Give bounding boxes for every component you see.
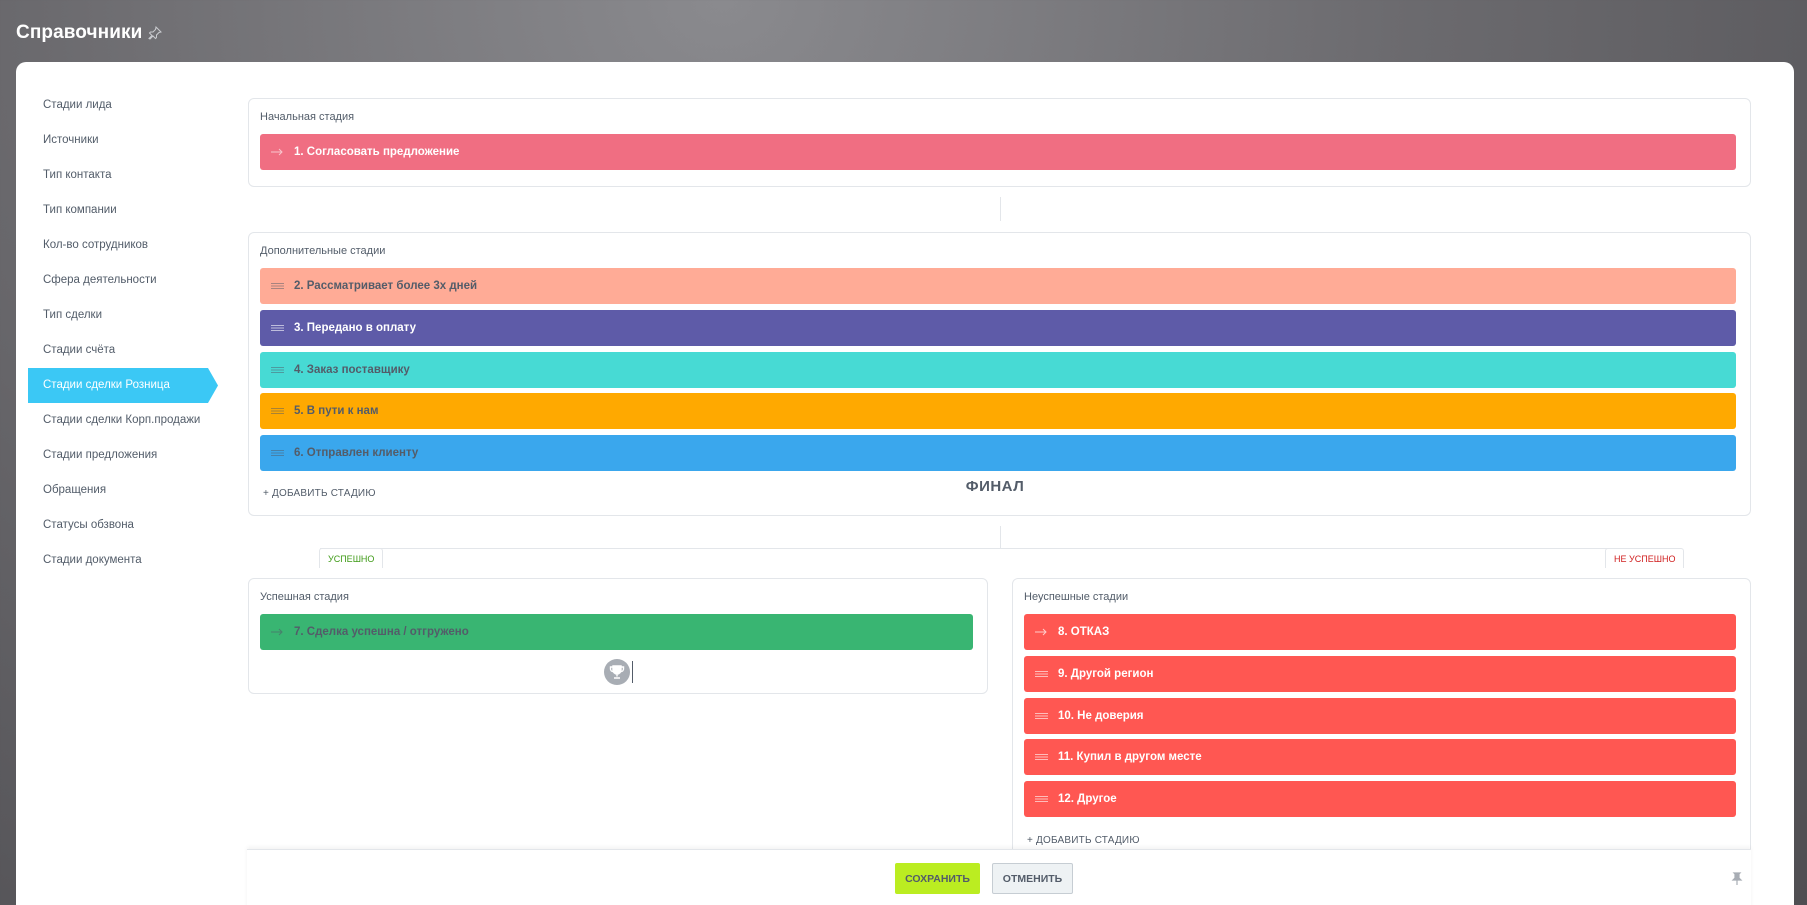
- drag-handle-icon[interactable]: [1024, 670, 1058, 678]
- sidebar-item-contact-type[interactable]: Тип контакта: [28, 158, 204, 193]
- stage-label: 12. Другое: [1058, 793, 1117, 805]
- stage-label: 5. В пути к нам: [294, 405, 379, 417]
- success-stage-title: Успешная стадия: [260, 591, 349, 603]
- stage-item[interactable]: 5. В пути к нам: [260, 393, 1736, 429]
- footer-bar: СОХРАНИТЬ ОТМЕНИТЬ: [247, 849, 1751, 905]
- drag-handle-icon[interactable]: [1024, 712, 1058, 720]
- sidebar-item-company-type[interactable]: Тип компании: [28, 193, 204, 228]
- stage-item[interactable]: 2. Рассматривает более 3х дней: [260, 268, 1736, 304]
- drag-handle-icon[interactable]: [260, 324, 294, 332]
- stage-item[interactable]: 4. Заказ поставщику: [260, 352, 1736, 388]
- stage-label: 1. Согласовать предложение: [294, 146, 460, 158]
- stage-label: 7. Сделка успешна / отгружено: [294, 626, 469, 638]
- drag-handle-icon[interactable]: [1024, 795, 1058, 803]
- stage-item[interactable]: 10. Не доверия: [1024, 698, 1736, 734]
- add-stage-button[interactable]: + ДОБАВИТЬ СТАДИЮ: [263, 488, 376, 499]
- additional-stages-box: Дополнительные стадии 2. Рассматривает б…: [248, 232, 1751, 516]
- fail-tab[interactable]: НЕ УСПЕШНО: [1605, 548, 1685, 568]
- sidebar-item-call-statuses[interactable]: Статусы обзвона: [28, 508, 204, 543]
- sidebar-item-lead-stages[interactable]: Стадии лида: [28, 88, 204, 123]
- sidebar-item-requests[interactable]: Обращения: [28, 473, 204, 508]
- pin-icon[interactable]: [1731, 872, 1743, 886]
- stage-label: 2. Рассматривает более 3х дней: [294, 280, 478, 292]
- final-divider-line: [320, 548, 1680, 549]
- page-title: Справочники: [16, 22, 143, 43]
- stage-label: 4. Заказ поставщику: [294, 364, 410, 376]
- stage-item[interactable]: 7. Сделка успешна / отгружено: [260, 614, 973, 650]
- stage-item[interactable]: 3. Передано в оплату: [260, 310, 1736, 346]
- success-stage-box: Успешная стадия 7. Сделка успешна / отгр…: [248, 578, 988, 694]
- sidebar: Стадии лида Источники Тип контакта Тип к…: [28, 88, 228, 578]
- arrow-right-icon: [260, 628, 294, 636]
- sidebar-item-employees[interactable]: Кол-во сотрудников: [28, 228, 204, 263]
- sidebar-item-document-stages[interactable]: Стадии документа: [28, 543, 204, 578]
- stage-item[interactable]: 6. Отправлен клиенту: [260, 435, 1736, 471]
- initial-stage-box: Начальная стадия 1. Согласовать предложе…: [248, 98, 1751, 187]
- page-header: Справочники: [16, 18, 163, 48]
- sidebar-item-quote-stages[interactable]: Стадии предложения: [28, 438, 204, 473]
- success-tab[interactable]: УСПЕШНО: [319, 548, 384, 568]
- initial-stage-title: Начальная стадия: [260, 111, 355, 123]
- save-button[interactable]: СОХРАНИТЬ: [895, 863, 980, 894]
- additional-stages-title: Дополнительные стадии: [260, 245, 386, 257]
- stage-item[interactable]: 12. Другое: [1024, 781, 1736, 817]
- sidebar-item-industry[interactable]: Сфера деятельности: [28, 263, 204, 298]
- arrow-right-icon: [1024, 628, 1058, 636]
- pin-icon[interactable]: [148, 26, 163, 40]
- drag-handle-icon[interactable]: [260, 282, 294, 290]
- text-cursor: [632, 661, 633, 683]
- stage-label: 10. Не доверия: [1058, 710, 1144, 722]
- stage-label: 11. Купил в другом месте: [1058, 751, 1202, 763]
- stage-label: 8. ОТКАЗ: [1058, 626, 1110, 638]
- stage-label: 6. Отправлен клиенту: [294, 447, 419, 459]
- arrow-right-icon: [260, 148, 294, 156]
- fail-stages-title: Неуспешные стадии: [1024, 591, 1129, 603]
- stage-label: 3. Передано в оплату: [294, 322, 416, 334]
- stage-item[interactable]: 9. Другой регион: [1024, 656, 1736, 692]
- drag-handle-icon[interactable]: [260, 366, 294, 374]
- sidebar-item-deal-type[interactable]: Тип сделки: [28, 298, 204, 333]
- final-title: ФИНАЛ: [955, 478, 1035, 495]
- add-stage-button[interactable]: + ДОБАВИТЬ СТАДИЮ: [1027, 835, 1140, 846]
- drag-handle-icon[interactable]: [260, 407, 294, 415]
- drag-handle-icon[interactable]: [260, 449, 294, 457]
- stage-item[interactable]: 8. ОТКАЗ: [1024, 614, 1736, 650]
- sidebar-item-invoice-stages[interactable]: Стадии счёта: [28, 333, 204, 368]
- sidebar-item-sources[interactable]: Источники: [28, 123, 204, 158]
- connector-line: [1000, 526, 1001, 548]
- stage-item[interactable]: 1. Согласовать предложение: [260, 134, 1736, 170]
- drag-handle-icon[interactable]: [1024, 753, 1058, 761]
- stage-item[interactable]: 11. Купил в другом месте: [1024, 739, 1736, 775]
- sidebar-item-deal-stages-corp[interactable]: Стадии сделки Корп.продажи: [28, 403, 204, 438]
- trophy-icon: [604, 659, 630, 685]
- sidebar-item-deal-stages-retail[interactable]: Стадии сделки Розница: [28, 368, 218, 403]
- cancel-button[interactable]: ОТМЕНИТЬ: [992, 863, 1073, 894]
- connector-line: [1000, 197, 1001, 221]
- fail-stages-box: Неуспешные стадии 8. ОТКАЗ 9. Другой рег…: [1012, 578, 1751, 878]
- stage-label: 9. Другой регион: [1058, 668, 1154, 680]
